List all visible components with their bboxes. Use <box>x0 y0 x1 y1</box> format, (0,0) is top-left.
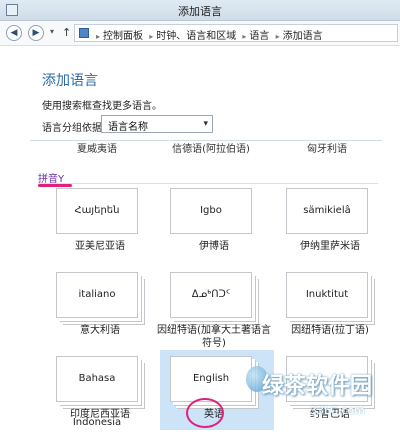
breadcrumb-item[interactable]: 时钟、语言和区域 <box>156 31 236 42</box>
language-name: 因纽特语(拉丁语) <box>291 325 369 336</box>
list-item-label[interactable]: 夏威夷语 <box>42 140 152 155</box>
watermark-url: 33LC.com <box>310 404 365 417</box>
address-bar: ◀ ▶ ▾ ↑ ▸ 控制面板 ▸ 时钟、语言和区域 ▸ 语言 ▸ 添加语言 <box>0 21 400 46</box>
breadcrumb-item[interactable]: 控制面板 <box>103 31 143 42</box>
back-arrow-icon[interactable]: ◀ <box>6 25 22 41</box>
language-native-name: English <box>170 356 252 402</box>
watermark-text: 绿茶软件园 <box>262 374 373 399</box>
title-bar: 添加语言 <box>0 0 400 21</box>
language-name: 印度尼西亚语 <box>70 409 130 420</box>
language-native-name: Igbo <box>170 188 252 234</box>
language-name: 因纽特语(加拿大土著语言符号) <box>157 325 271 349</box>
history-dropdown-icon[interactable]: ▾ <box>50 27 54 36</box>
language-name: 亚美尼亚语 <box>75 241 125 252</box>
forward-arrow-icon[interactable]: ▶ <box>28 25 44 41</box>
group-by-label: 语言分组依据: <box>42 123 106 134</box>
breadcrumb-item[interactable]: 添加语言 <box>283 31 323 42</box>
group-by-value: 语言名称 <box>108 122 148 133</box>
language-native-name: Bahasa Indonesia <box>56 356 138 428</box>
annotation-circle <box>186 398 224 428</box>
language-name: 意大利语 <box>80 325 120 336</box>
breadcrumb[interactable]: ▸ 控制面板 ▸ 时钟、语言和区域 ▸ 语言 ▸ 添加语言 <box>74 24 398 42</box>
control-panel-icon <box>79 28 89 38</box>
language-native-name: ᐃᓄᒃᑎᑐᑦ <box>170 272 252 318</box>
group-by-select[interactable]: 语言名称 ▾ <box>101 115 213 133</box>
language-native-name: Inuktitut <box>286 272 368 318</box>
language-name: 伊纳里萨米语 <box>300 241 360 252</box>
window-title: 添加语言 <box>178 5 222 18</box>
up-arrow-icon[interactable]: ↑ <box>62 26 71 39</box>
chevron-down-icon: ▾ <box>203 119 208 129</box>
section-divider <box>38 183 378 184</box>
language-native-name: sämikielâ <box>286 188 368 234</box>
list-item-label[interactable]: 信德语(阿拉伯语) <box>156 140 266 155</box>
language-native-name: Հայերեն <box>56 188 138 234</box>
page-title: 添加语言 <box>42 73 98 89</box>
list-item-label[interactable]: 匈牙利语 <box>272 140 382 155</box>
language-native-name: italiano <box>56 272 138 318</box>
search-hint: 使用搜索框查找更多语言。 <box>42 101 162 112</box>
annotation-underline <box>38 184 72 187</box>
breadcrumb-item[interactable]: 语言 <box>249 31 269 42</box>
language-name: 伊博语 <box>199 241 229 252</box>
